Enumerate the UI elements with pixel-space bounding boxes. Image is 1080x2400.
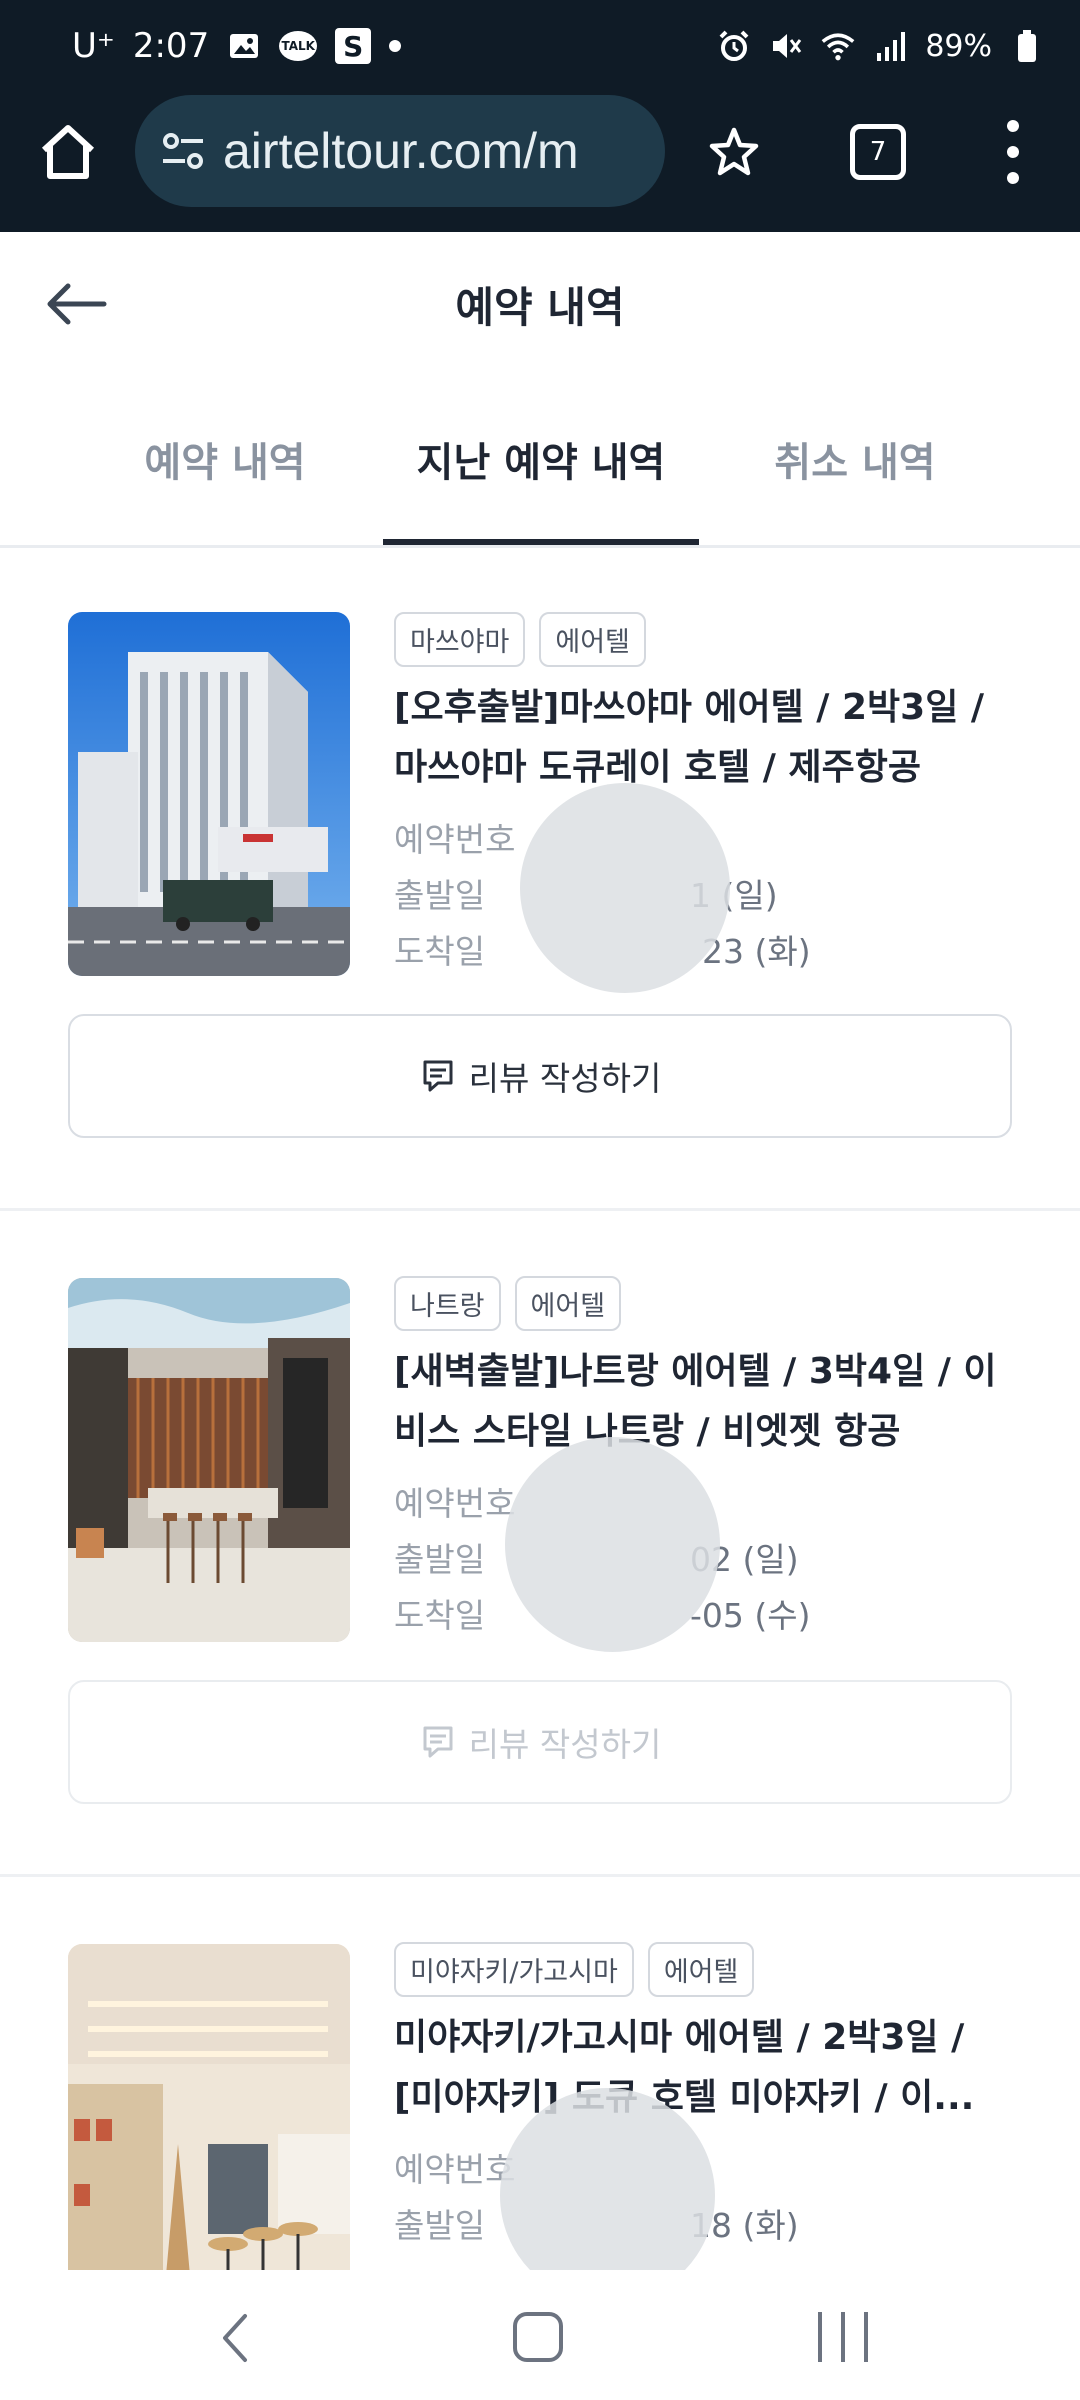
- privacy-blur: [520, 783, 730, 993]
- depart-date-label: 출발일: [394, 2206, 486, 2245]
- tab-reservations[interactable]: 예약 내역: [90, 430, 360, 488]
- reservation-number-label: 예약번호: [394, 2150, 516, 2189]
- address-bar[interactable]: airteltour.com/m: [135, 95, 665, 207]
- system-nav-bar: [0, 2270, 1080, 2400]
- app-s-icon: S: [335, 28, 372, 64]
- tag-destination: 미야자키/가고시마: [394, 1942, 634, 1997]
- alarm-icon: [717, 29, 751, 63]
- tab-switcher-button[interactable]: 7: [850, 124, 906, 180]
- system-recents-button[interactable]: [818, 2312, 868, 2362]
- write-review-label: 리뷰 작성하기: [468, 1725, 662, 1764]
- home-icon: [41, 125, 95, 179]
- booking-title[interactable]: 미야자키/가고시마 에어텔 / 2박3일 / [미야자키] 도큐 호텔 미야자키…: [394, 2008, 1004, 2128]
- card-divider: [0, 1874, 1080, 1877]
- tag-list: 마쓰야마 에어텔: [394, 612, 646, 667]
- reservation-number-label: 예약번호: [394, 1484, 516, 1523]
- active-tab-indicator: [383, 539, 699, 545]
- browser-home-button[interactable]: [36, 120, 100, 184]
- tab-bar: 예약 내역 지난 예약 내역 취소 내역: [0, 405, 1080, 548]
- arrive-date-label: 도착일: [394, 1596, 486, 1635]
- gallery-icon: [227, 29, 261, 63]
- browser-menu-button[interactable]: [998, 120, 1028, 184]
- write-review-button[interactable]: 리뷰 작성하기: [68, 1680, 1012, 1804]
- reservation-number-label: 예약번호: [394, 820, 516, 859]
- booking-title[interactable]: [새벽출발]나트랑 에어텔 / 3박4일 / 이비스 스타일 나트랑 / 비엣젯…: [394, 1342, 1004, 1462]
- write-review-label: 리뷰 작성하기: [468, 1059, 662, 1098]
- depart-date-label: 출발일: [394, 1540, 486, 1579]
- battery-icon: [1010, 29, 1044, 63]
- kakaotalk-icon: TALK: [279, 31, 318, 61]
- more-icon: [1007, 120, 1019, 132]
- card-divider: [0, 1208, 1080, 1211]
- bookmark-button[interactable]: [706, 124, 762, 180]
- booking-card[interactable]: 마쓰야마 에어텔 [오후출발]마쓰야마 에어텔 / 2박3일 / 마쓰야마 도큐…: [0, 548, 1080, 1208]
- tag-type: 에어텔: [539, 612, 646, 667]
- booking-card[interactable]: 미야자키/가고시마 에어텔 미야자키/가고시마 에어텔 / 2박3일 / [미야…: [0, 1878, 1080, 2270]
- mute-icon: [769, 29, 803, 63]
- star-icon: [709, 127, 759, 176]
- tag-destination: 나트랑: [394, 1276, 501, 1331]
- url-text: airteltour.com/m: [223, 123, 579, 179]
- arrive-date-value: -05 (수): [690, 1596, 811, 1635]
- page-title: 예약 내역: [455, 283, 625, 332]
- review-icon: [423, 1726, 453, 1758]
- depart-date-label: 출발일: [394, 876, 486, 915]
- site-settings-icon[interactable]: [159, 127, 207, 175]
- hotel-thumbnail[interactable]: [68, 1944, 350, 2270]
- tag-destination: 마쓰야마: [394, 612, 526, 667]
- battery-percent: 89%: [925, 28, 992, 64]
- notification-dot-icon: [389, 40, 402, 52]
- booking-title[interactable]: [오후출발]마쓰야마 에어텔 / 2박3일 / 마쓰야마 도큐레이 호텔 / 제…: [394, 678, 1004, 798]
- tab-past-reservations[interactable]: 지난 예약 내역: [383, 430, 699, 488]
- tab-count: 7: [869, 137, 887, 167]
- chevron-left-icon: [223, 2314, 247, 2362]
- hotel-thumbnail[interactable]: [68, 1278, 350, 1642]
- system-back-button[interactable]: [215, 2308, 255, 2368]
- time-label: 2:07: [132, 26, 210, 66]
- status-bar: U⁺ 2:07 TALK S 89%: [0, 0, 1080, 90]
- wifi-icon: [821, 29, 855, 63]
- tag-list: 나트랑 에어텔: [394, 1276, 622, 1331]
- review-icon: [423, 1060, 453, 1092]
- write-review-button[interactable]: 리뷰 작성하기: [68, 1014, 1012, 1138]
- carrier-label: U⁺: [72, 26, 115, 66]
- tag-type: 에어텔: [514, 1276, 622, 1331]
- privacy-blur: [505, 1437, 720, 1652]
- tab-cancellations[interactable]: 취소 내역: [720, 430, 990, 488]
- browser-toolbar: airteltour.com/m 7: [0, 90, 1080, 232]
- tag-list: 미야자키/가고시마 에어텔: [394, 1942, 755, 1997]
- system-home-button[interactable]: [513, 2312, 563, 2362]
- page-header: 예약 내역: [0, 232, 1080, 372]
- arrive-date-label: 도착일: [394, 932, 486, 971]
- tag-type: 에어텔: [647, 1942, 755, 1997]
- signal-icon: [873, 29, 907, 63]
- booking-card[interactable]: 나트랑 에어텔 [새벽출발]나트랑 에어텔 / 3박4일 / 이비스 스타일 나…: [0, 1212, 1080, 1872]
- hotel-thumbnail[interactable]: [68, 612, 350, 976]
